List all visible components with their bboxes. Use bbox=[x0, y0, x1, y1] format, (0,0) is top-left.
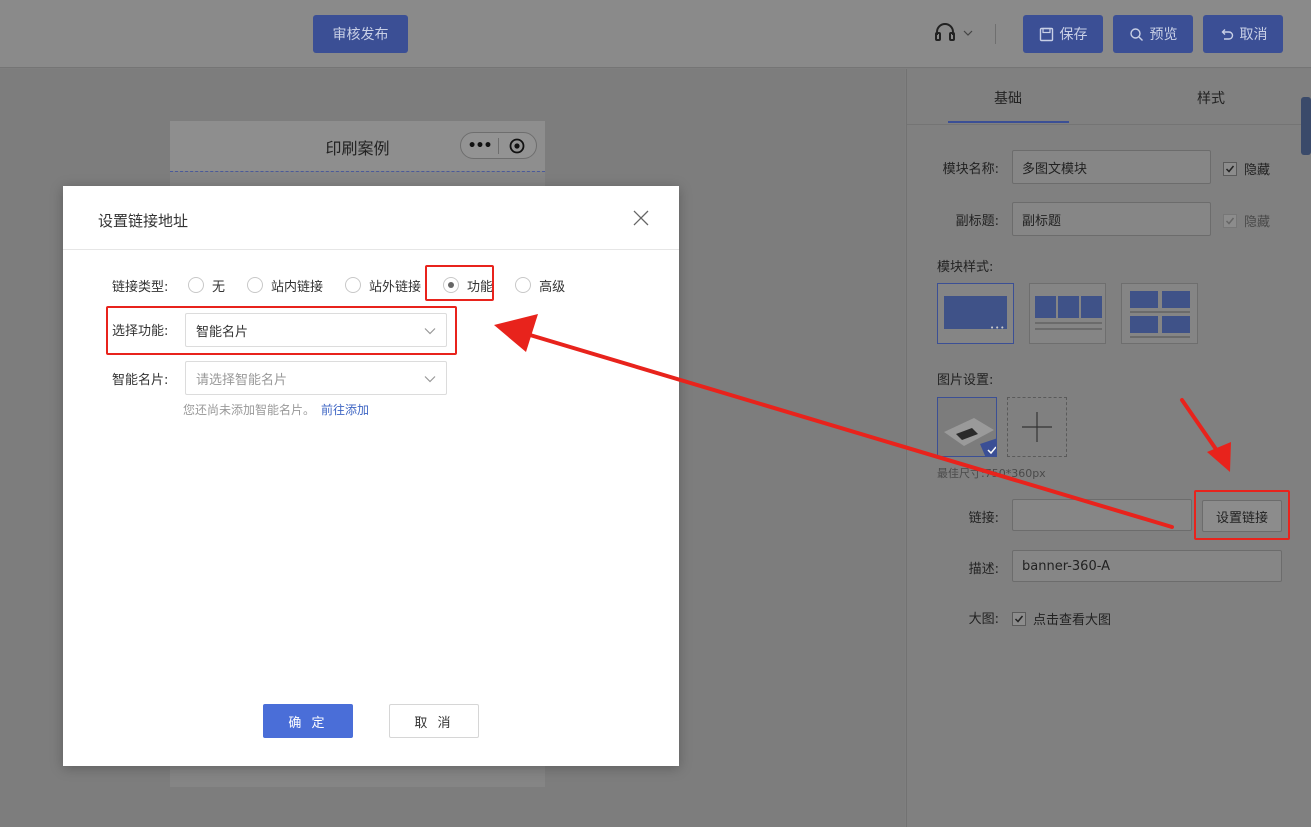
more-icon: ••• bbox=[467, 137, 493, 154]
link-input[interactable] bbox=[1012, 499, 1192, 531]
panel-tabs: 基础 样式 bbox=[907, 69, 1311, 125]
selected-module-outline bbox=[170, 171, 545, 173]
preview-label: 预览 bbox=[1149, 27, 1178, 43]
module-style-label: 模块样式: bbox=[937, 260, 994, 275]
image-size-tip: 最佳尺寸:750*360px bbox=[937, 467, 1046, 480]
preview-button[interactable]: 预览 bbox=[1113, 15, 1193, 53]
annotation-box-set-link bbox=[1194, 490, 1290, 540]
publish-label: 审核发布 bbox=[332, 27, 389, 43]
big-image-checkbox[interactable]: 点击查看大图 bbox=[1012, 609, 1111, 628]
headset-icon bbox=[935, 23, 955, 41]
phone-header: 印刷案例 ••• bbox=[170, 121, 545, 171]
description-input[interactable]: banner-360-A bbox=[1012, 550, 1282, 582]
check-icon bbox=[1223, 161, 1237, 176]
link-type-radio-group: 无 站内链接 站外链接 功能 高级 bbox=[188, 275, 587, 295]
undo-icon bbox=[1221, 28, 1233, 40]
image-settings-label: 图片设置: bbox=[937, 373, 994, 388]
module-hide-checkbox[interactable]: 隐藏 bbox=[1223, 159, 1270, 178]
annotation-box-select-function bbox=[106, 306, 457, 355]
radio-internal-link[interactable]: 站内链接 bbox=[247, 276, 323, 295]
smart-card-label: 智能名片: bbox=[112, 373, 169, 388]
radio-none[interactable]: 无 bbox=[188, 276, 225, 295]
smart-card-select[interactable]: 请选择智能名片 bbox=[185, 361, 447, 395]
style-option-three-column[interactable] bbox=[1029, 283, 1106, 344]
support-menu[interactable] bbox=[934, 22, 974, 44]
description-label: 描述: bbox=[968, 562, 999, 577]
dialog-title: 设置链接地址 bbox=[98, 212, 189, 230]
subtitle-hide-checkbox[interactable]: 隐藏 bbox=[1223, 211, 1270, 230]
add-image-button[interactable] bbox=[1007, 397, 1067, 457]
tab-style[interactable]: 样式 bbox=[1197, 88, 1225, 108]
chevron-down-icon bbox=[424, 376, 436, 383]
scroll-indicator[interactable] bbox=[1301, 97, 1311, 155]
dialog-cancel-button[interactable]: 取 消 bbox=[389, 704, 479, 738]
top-bar: 审核发布 保存 预览 取消 bbox=[0, 0, 1311, 68]
plus-icon bbox=[1022, 412, 1052, 442]
check-icon bbox=[1012, 611, 1026, 626]
set-link-dialog: 设置链接地址 链接类型: 无 站内链接 站外链接 功能 高级 选择功能: 智能名… bbox=[63, 186, 679, 766]
big-image-label: 大图: bbox=[968, 612, 999, 627]
image-thumbnail[interactable] bbox=[937, 397, 997, 457]
save-icon bbox=[1039, 27, 1053, 41]
settings-panel: 基础 样式 模块名称: 多图文模块 隐藏 副标题: 副标题 隐藏 模块样式: •… bbox=[906, 69, 1311, 827]
miniprogram-capsule: ••• bbox=[460, 132, 537, 159]
radio-advanced[interactable]: 高级 bbox=[515, 276, 565, 295]
module-name-input[interactable]: 多图文模块 bbox=[1012, 150, 1211, 184]
subtitle-input[interactable]: 副标题 bbox=[1012, 202, 1211, 236]
confirm-button[interactable]: 确 定 bbox=[263, 704, 353, 738]
close-icon[interactable] bbox=[631, 208, 651, 228]
search-icon bbox=[1129, 27, 1143, 41]
subtitle-label: 副标题: bbox=[955, 214, 999, 229]
cancel-button[interactable]: 取消 bbox=[1203, 15, 1283, 53]
style-option-grid[interactable] bbox=[1121, 283, 1198, 344]
annotation-box-function bbox=[425, 265, 494, 301]
product-photo-icon bbox=[938, 398, 996, 456]
active-tab-indicator bbox=[948, 121, 1069, 123]
go-add-link[interactable]: 前往添加 bbox=[321, 403, 369, 417]
save-button[interactable]: 保存 bbox=[1023, 15, 1103, 53]
target-icon bbox=[510, 138, 525, 153]
link-label: 链接: bbox=[968, 511, 999, 526]
smart-card-hint: 您还尚未添加智能名片。 前往添加 bbox=[183, 403, 370, 417]
publish-button[interactable]: 审核发布 bbox=[313, 15, 408, 53]
radio-external-link[interactable]: 站外链接 bbox=[345, 276, 421, 295]
link-type-label: 链接类型: bbox=[112, 280, 169, 295]
style-option-banner[interactable]: ••• bbox=[937, 283, 1014, 344]
module-name-label: 模块名称: bbox=[942, 162, 999, 177]
tab-basic[interactable]: 基础 bbox=[994, 88, 1022, 108]
save-label: 保存 bbox=[1059, 27, 1088, 43]
cancel-label: 取消 bbox=[1239, 27, 1268, 43]
check-icon bbox=[1223, 213, 1237, 228]
dialog-header: 设置链接地址 bbox=[63, 186, 679, 250]
toolbar-divider bbox=[995, 24, 996, 44]
chevron-down-icon bbox=[963, 30, 973, 36]
